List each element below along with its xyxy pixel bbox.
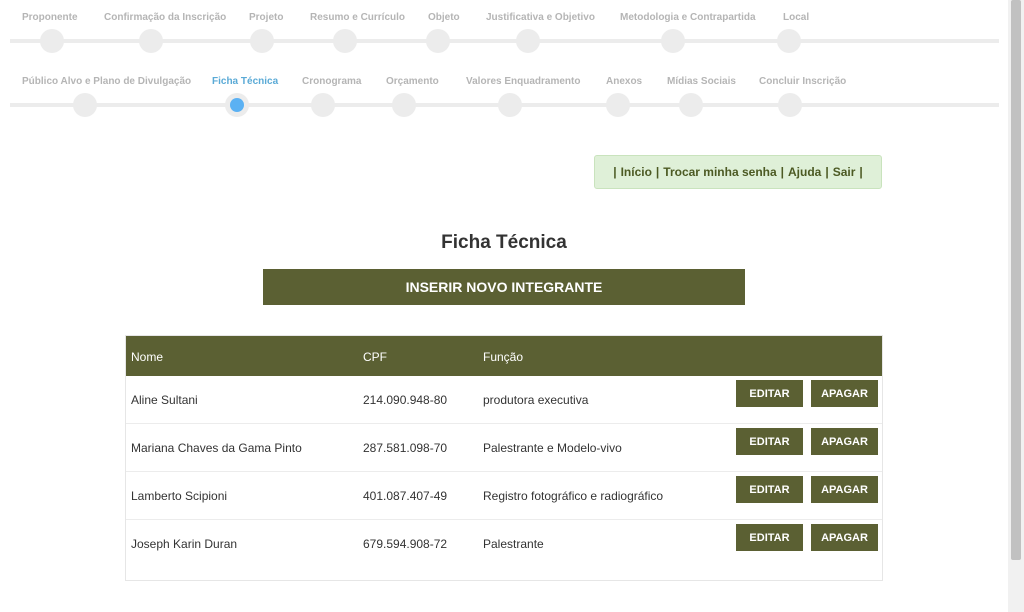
delete-button[interactable]: APAGAR xyxy=(811,524,878,551)
cell-nome: Lamberto Scipioni xyxy=(131,489,228,503)
wizard-step-dot xyxy=(498,93,522,117)
wizard-step-label: Ficha Técnica xyxy=(212,76,279,87)
delete-button[interactable]: APAGAR xyxy=(811,476,878,503)
menu-separator: | xyxy=(859,165,863,179)
wizard-step-label: Público Alvo e Plano de Divulgação xyxy=(22,76,192,87)
wizard-steps-row-1: Proponente Confirmação da Inscrição Projet… xyxy=(10,12,999,68)
wizard-step-label: Metodologia e Contrapartida xyxy=(620,12,756,23)
wizard-step-dot xyxy=(778,93,802,117)
wizard-step-label: Orçamento xyxy=(386,76,439,87)
wizard-step-dot-active xyxy=(225,93,249,117)
wizard-step-dot xyxy=(73,93,97,117)
menu-link-1[interactable]: Trocar minha senha xyxy=(663,165,776,179)
header-nome: Nome xyxy=(131,350,164,364)
cell-cpf: 287.581.098-70 xyxy=(363,441,448,455)
cell-funcao: Palestrante xyxy=(483,537,544,551)
cell-nome: Joseph Karin Duran xyxy=(131,537,238,551)
wizard-step-dot xyxy=(679,93,703,117)
wizard-step-dot xyxy=(777,29,801,53)
cell-cpf: 214.090.948-80 xyxy=(363,393,448,407)
cell-cpf: 679.594.908-72 xyxy=(363,537,448,551)
wizard-step-dot xyxy=(516,29,540,53)
wizard-step-label: Valores Enquadramento xyxy=(466,76,581,87)
table-row: Lamberto Scipioni 401.087.407-49 Registro … xyxy=(126,472,882,520)
table-header: Nome CPF Função xyxy=(126,336,882,376)
wizard-step-dot xyxy=(606,93,630,117)
delete-button[interactable]: APAGAR xyxy=(811,380,878,407)
wizard-step-label: Proponente xyxy=(22,12,78,23)
table-row: Mariana Chaves da Gama Pinto 287.581.098-… xyxy=(126,424,882,472)
wizard-step-dot xyxy=(40,29,64,53)
wizard-step-dot xyxy=(311,93,335,117)
header-cpf: CPF xyxy=(363,350,387,364)
wizard-step-label: Projeto xyxy=(249,12,284,23)
edit-button[interactable]: EDITAR xyxy=(736,380,803,407)
wizard-steps-row-2: Público Alvo e Plano de Divulgação Ficha … xyxy=(10,76,999,132)
menu-separator: | xyxy=(825,165,829,179)
wizard-step-label: Anexos xyxy=(606,76,643,87)
menu-link-2[interactable]: Ajuda xyxy=(788,165,821,179)
wizard-step-label: Resumo e Currículo xyxy=(310,12,406,23)
menu-separator: | xyxy=(780,165,785,179)
cell-cpf: 401.087.407-49 xyxy=(363,489,448,503)
edit-button[interactable]: EDITAR xyxy=(736,428,803,455)
wizard-step-label: Local xyxy=(783,12,810,23)
edit-button[interactable]: EDITAR xyxy=(736,524,803,551)
cell-funcao: Registro fotográfico e radiográfico xyxy=(483,489,664,503)
cell-nome: Mariana Chaves da Gama Pinto xyxy=(131,441,302,455)
cell-funcao: Palestrante e Modelo-vivo xyxy=(483,441,622,455)
cell-nome: Aline Sultani xyxy=(131,393,198,407)
scrollbar-thumb[interactable] xyxy=(1011,0,1021,560)
wizard-step-dot xyxy=(426,29,450,53)
wizard-step-label: Cronograma xyxy=(302,76,362,87)
user-menu: | Início | Trocar minha senha | Ajuda | Sair | xyxy=(594,155,882,189)
edit-button[interactable]: EDITAR xyxy=(736,476,803,503)
table-body: Aline Sultani 214.090.948-80 produtora exe… xyxy=(126,376,882,567)
menu-link-3[interactable]: Sair xyxy=(833,165,856,179)
wizard-step-dot xyxy=(392,93,416,117)
wizard-step-label: Objeto xyxy=(428,12,460,23)
insert-new-member-button[interactable]: INSERIR NOVO INTEGRANTE xyxy=(263,269,745,305)
table-row: Aline Sultani 214.090.948-80 produtora exe… xyxy=(126,376,882,424)
menu-separator: | xyxy=(613,165,617,179)
team-table: Nome CPF Função Aline Sultani 214.090.948… xyxy=(125,335,883,581)
delete-button[interactable]: APAGAR xyxy=(811,428,878,455)
wizard-step-dot xyxy=(333,29,357,53)
wizard-step-label: Justificativa e Objetivo xyxy=(486,12,595,23)
page-scrollbar[interactable] xyxy=(1008,0,1024,612)
header-funcao: Função xyxy=(483,350,524,364)
wizard-step-label: Mídias Sociais xyxy=(667,76,736,87)
wizard-step-dot xyxy=(250,29,274,53)
menu-link-0[interactable]: Início xyxy=(621,165,652,179)
wizard-step-label: Confirmação da Inscrição xyxy=(104,12,227,23)
page-title: Ficha Técnica xyxy=(441,232,567,253)
wizard-step-dot xyxy=(661,29,685,53)
menu-separator: | xyxy=(655,165,660,179)
table-row: Joseph Karin Duran 679.594.908-72 Palestra… xyxy=(126,520,882,567)
cell-funcao: produtora executiva xyxy=(483,393,589,407)
wizard-step-label: Concluir Inscrição xyxy=(759,76,847,87)
wizard-step-dot xyxy=(139,29,163,53)
